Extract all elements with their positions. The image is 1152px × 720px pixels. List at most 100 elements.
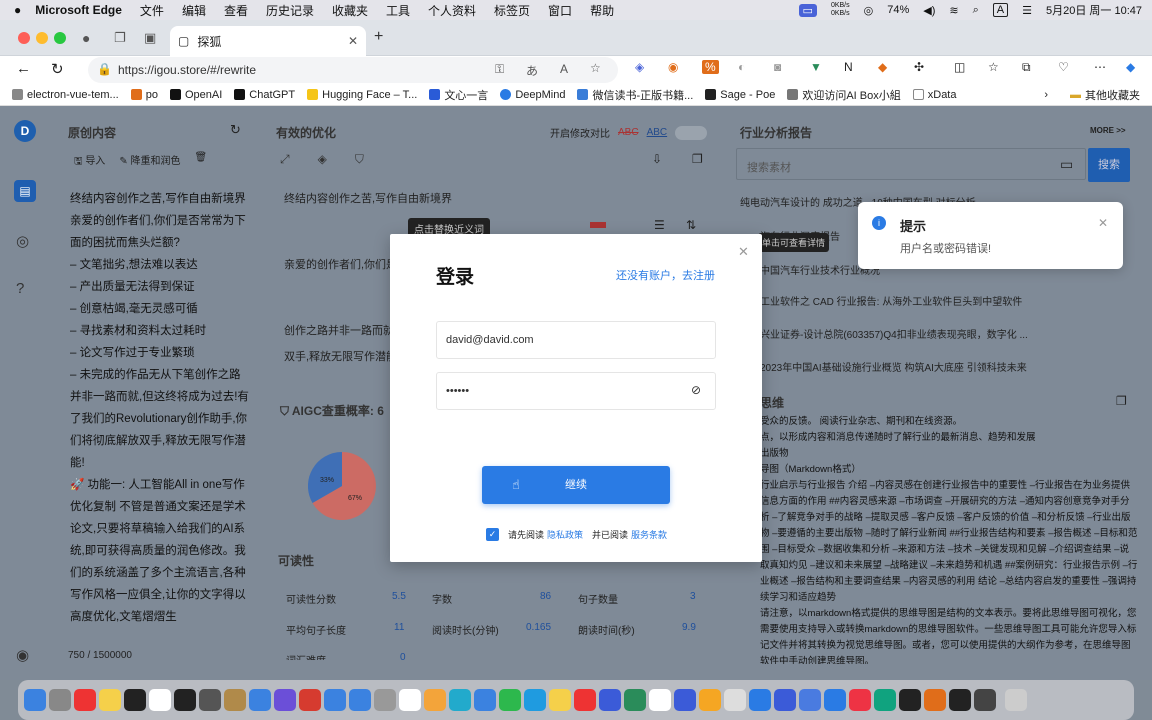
menu-view[interactable]: 查看 <box>224 2 248 19</box>
menu-tools[interactable]: 工具 <box>386 2 410 19</box>
bookmark-item[interactable]: DeepMind <box>500 89 565 101</box>
original-text[interactable]: 终结内容创作之苦,写作自由新境界 亲爱的创作者们,你们是否常常为下面的困扰而焦头… <box>70 188 252 638</box>
app-store-icon[interactable] <box>324 689 346 711</box>
app-icon[interactable] <box>224 689 246 711</box>
calendar-icon[interactable] <box>149 689 171 711</box>
mindmap-text[interactable]: 受众的反馈。 阅读行业杂志、期刊和在线资源。 点，以形成内容和消息传递随时了解行… <box>760 414 1138 664</box>
webstorm-icon[interactable] <box>949 689 971 711</box>
register-link[interactable]: 还没有账户，去注册 <box>616 267 715 283</box>
password-key-icon[interactable]: ⚿ <box>495 62 504 77</box>
extension-4-icon[interactable]: ◐ <box>738 60 745 74</box>
list-icon[interactable]: ☰ <box>654 218 665 232</box>
search-icon[interactable]: ⌕ <box>973 4 979 17</box>
app-icon[interactable] <box>799 689 821 711</box>
shield-icon[interactable]: ⛉ <box>355 152 364 167</box>
report-item[interactable]: 兴业证券-设计总院(603357)Q4扣非业绩表现亮眼，数字化 ... <box>760 326 1140 341</box>
address-bar[interactable]: 🔒 https://igou.store/#/rewrite ⚿ あ A ☆ <box>88 57 618 83</box>
notes-icon[interactable] <box>99 689 121 711</box>
terminal-icon[interactable] <box>124 689 146 711</box>
trash-icon[interactable] <box>1005 689 1027 711</box>
input-method[interactable]: A <box>992 3 1009 17</box>
close-tab-icon[interactable]: ✕ <box>348 34 358 48</box>
terms-link[interactable]: 服务条款 <box>631 528 667 541</box>
expand-icon[interactable]: ⤢ <box>280 152 290 167</box>
back-icon[interactable]: ← <box>16 60 31 77</box>
menu-help[interactable]: 帮助 <box>590 2 614 19</box>
control-center-icon[interactable]: ☰ <box>1022 4 1032 17</box>
help-icon[interactable]: ? <box>16 280 24 297</box>
split-screen-icon[interactable]: ◫ <box>954 60 965 74</box>
close-icon[interactable]: ✕ <box>738 244 749 260</box>
bookmark-item[interactable]: electron-vue-tem... <box>12 89 119 101</box>
eye-hidden-icon[interactable]: ⊘ <box>691 383 701 397</box>
extension-7-icon[interactable]: ◆ <box>878 60 887 74</box>
menu-profile[interactable]: 个人资料 <box>428 2 476 19</box>
search-button[interactable]: 搜索 <box>1088 148 1130 182</box>
app-icon[interactable] <box>174 689 196 711</box>
optimized-paragraph[interactable]: 终结内容创作之苦,写作自由新境界 <box>284 190 452 206</box>
reduce-polish-button[interactable]: ✎ 降重和润色 <box>119 152 180 171</box>
app-icon[interactable] <box>574 689 596 711</box>
apple-icon[interactable]: ● <box>14 3 21 17</box>
collections-icon[interactable]: ⧉ <box>1022 60 1031 75</box>
app-icon[interactable] <box>674 689 696 711</box>
wifi-icon[interactable]: ≋ <box>949 4 958 17</box>
translate-icon[interactable]: あ <box>526 62 538 79</box>
app-icon[interactable] <box>374 689 396 711</box>
chevron-right-icon[interactable]: › <box>1044 89 1048 101</box>
extension-6-icon[interactable]: N <box>844 60 853 74</box>
app-icon[interactable] <box>349 689 371 711</box>
read-aloud-icon[interactable]: A <box>560 62 568 76</box>
add-favorite-icon[interactable]: ☆ <box>590 61 601 75</box>
app-icon[interactable] <box>649 689 671 711</box>
app-icon[interactable] <box>274 689 296 711</box>
bookmark-item[interactable]: 文心一言 <box>429 87 488 103</box>
app-icon[interactable] <box>624 689 646 711</box>
wechat-dock-icon[interactable] <box>499 689 521 711</box>
bookmark-item[interactable]: Hugging Face – T... <box>307 89 417 101</box>
favorites-icon[interactable]: ☆ <box>988 60 999 74</box>
copy-icon[interactable]: ❐ <box>692 152 703 166</box>
camera-icon[interactable]: ◙ <box>774 60 781 74</box>
volume-icon[interactable]: ◀) <box>923 4 935 17</box>
close-window-button[interactable] <box>18 32 30 44</box>
menu-window[interactable]: 窗口 <box>548 2 572 19</box>
extension-2-icon[interactable]: ◉ <box>668 60 678 74</box>
extension-3-icon[interactable]: % <box>702 60 719 74</box>
other-favorites-folder[interactable]: ▬ 其他收藏夹 <box>1070 87 1140 103</box>
app-icon[interactable] <box>974 689 996 711</box>
extension-1-icon[interactable]: ◈ <box>635 60 644 74</box>
close-icon[interactable]: ✕ <box>1098 216 1108 230</box>
refresh-icon[interactable]: ↻ <box>51 60 64 78</box>
calculator-icon[interactable] <box>199 689 221 711</box>
finder-icon[interactable] <box>24 689 46 711</box>
email-field[interactable]: david@david.com <box>436 321 716 359</box>
filezilla-icon[interactable] <box>299 689 321 711</box>
bookmark-item[interactable]: 微信读书-正版书籍... <box>577 87 693 103</box>
profile-icon[interactable]: ● <box>82 30 90 46</box>
bookmark-item[interactable]: OpenAI <box>169 89 222 101</box>
app-name[interactable]: Microsoft Edge <box>35 3 122 17</box>
sort-icon[interactable]: ⇅ <box>686 218 696 232</box>
tab-actions-icon[interactable]: ▣ <box>144 30 156 46</box>
app-icon[interactable] <box>599 689 621 711</box>
user-icon[interactable]: ◉ <box>16 646 29 664</box>
app-icon[interactable] <box>424 689 446 711</box>
layers-icon[interactable]: ◈ <box>318 152 327 167</box>
app-icon[interactable] <box>549 689 571 711</box>
app-icon[interactable] <box>74 689 96 711</box>
new-tab-button[interactable]: + <box>374 28 383 46</box>
import-button[interactable]: 🖫 导入 <box>74 152 105 171</box>
app-icon[interactable] <box>699 689 721 711</box>
download-icon[interactable]: ⇩ <box>652 152 662 166</box>
menu-tabs[interactable]: 标签页 <box>494 2 530 19</box>
heart-icon[interactable]: ♡ <box>1058 60 1069 74</box>
edge-icon[interactable] <box>824 689 846 711</box>
bookmark-item[interactable]: 欢迎访问AI Box小組 <box>787 87 901 103</box>
app-logo[interactable]: D <box>14 120 36 142</box>
report-item[interactable]: 工业软件之 CAD 行业报告: 从海外工业软件巨头到中望软件 <box>760 293 1140 308</box>
lock-icon[interactable]: 🔒 <box>97 62 112 76</box>
menu-edit[interactable]: 编辑 <box>182 2 206 19</box>
privacy-link[interactable]: 隐私政策 <box>547 528 583 541</box>
minimize-window-button[interactable] <box>36 32 48 44</box>
